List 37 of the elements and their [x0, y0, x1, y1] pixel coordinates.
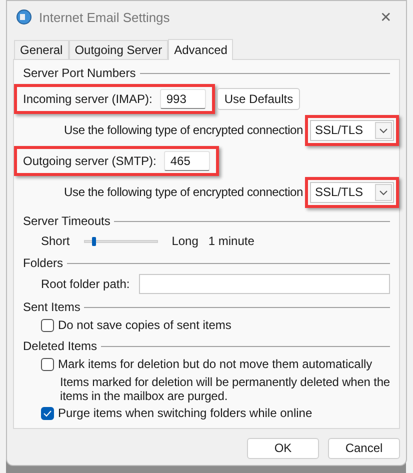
chevron-down-icon — [375, 184, 392, 201]
section-title: Sent Items — [23, 300, 80, 315]
section-title: Deleted Items — [23, 339, 98, 354]
use-defaults-button[interactable]: Use Defaults — [217, 88, 300, 110]
dialog-button[interactable]: Cancel — [328, 438, 400, 459]
port-label: Incoming server (IMAP): — [23, 92, 152, 106]
slider-thumb[interactable] — [92, 236, 96, 246]
checkbox-label[interactable]: Mark items for deletion but do not move them automatically — [58, 357, 372, 372]
tab[interactable]: Advanced — [168, 39, 234, 60]
checkbox-label[interactable]: Purge items when switching folders while online — [58, 406, 312, 421]
encryption-dropdown[interactable]: SSL/TLS — [310, 120, 394, 141]
section-title: Server Timeouts — [23, 214, 110, 229]
root-folder-field[interactable] — [138, 274, 390, 294]
checkbox-label[interactable]: Do not save copies of sent items — [58, 318, 232, 333]
checkmark-icon — [43, 410, 52, 417]
long-label: Long — [172, 234, 198, 248]
tab[interactable]: Outgoing Server — [68, 40, 168, 59]
section-title: Folders — [23, 256, 64, 271]
encryption-dropdown[interactable]: SSL/TLS — [310, 182, 394, 203]
section-title: Server Port Numbers — [23, 66, 136, 81]
window-title: Internet Email Settings — [39, 10, 170, 24]
root-folder-label: Root folder path: — [41, 276, 130, 292]
encryption-label: Use the following type of encrypted connection — [64, 123, 303, 138]
encryption-label: Use the following type of encrypted connection — [64, 185, 303, 200]
port-field[interactable]: 993 — [160, 89, 206, 109]
short-label: Short — [41, 234, 70, 248]
close-button[interactable]: ✕ — [380, 10, 392, 24]
port-label: Outgoing server (SMTP): — [23, 154, 156, 168]
tab[interactable]: General — [14, 40, 69, 59]
deletion-note: Items marked for deletion will be permanently deleted when the items in the mailbox are purged. — [59, 375, 390, 403]
checkbox[interactable] — [41, 319, 54, 332]
checkbox[interactable] — [41, 358, 54, 371]
timeout-reading: 1 minute — [208, 234, 254, 248]
dialog-button[interactable]: OK — [247, 438, 319, 459]
port-field[interactable]: 465 — [164, 151, 210, 171]
checkbox[interactable] — [41, 407, 54, 420]
chevron-down-icon — [375, 122, 392, 139]
